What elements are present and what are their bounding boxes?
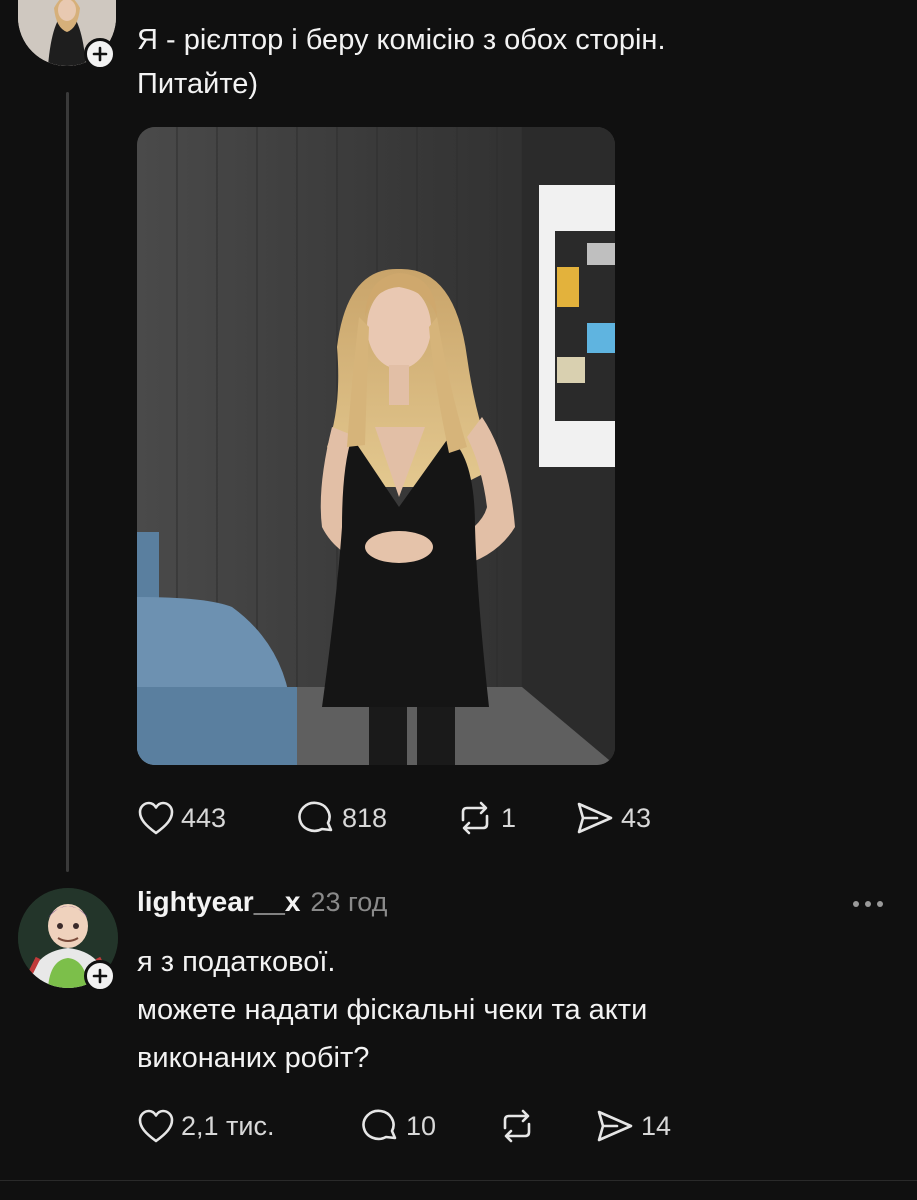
share-button[interactable]: 43 [575,800,651,836]
reply-text-line-2: можете надати фіскальні чеки та акти [137,994,648,1026]
heart-icon [138,801,174,835]
post-text-line-1: Я - рієлтор і беру комісію з обох сторін… [137,24,666,56]
repost-icon [461,801,489,835]
repost-icon [503,1109,531,1143]
share-icon [597,1110,633,1142]
reply-text-line-3: виконаних робіт? [137,1042,370,1074]
comment-icon [298,801,333,833]
reply-share-count: 14 [641,1110,672,1141]
plus-icon [92,968,108,984]
share-icon [577,802,613,834]
more-options-button[interactable] [848,890,888,918]
divider [0,1180,917,1181]
follow-reply-button[interactable] [84,960,116,992]
follow-button[interactable] [84,38,116,70]
like-button[interactable]: 443 [137,800,226,836]
repost-button[interactable]: 1 [455,800,516,836]
like-count: 443 [181,802,227,833]
repost-count: 1 [501,802,517,833]
reply-like-button[interactable]: 2,1 тис. [137,1108,275,1144]
comment-count: 818 [342,802,388,833]
reply-comment-count: 10 [406,1110,437,1141]
reply-text-line-1: я з податкової. [137,946,336,978]
reply-header: lightyear__x 23 год [137,886,387,918]
comment-icon [362,1109,397,1141]
comment-button[interactable]: 818 [298,800,387,836]
reply-like-count: 2,1 тис. [181,1110,275,1141]
reply-username[interactable]: lightyear__x [137,886,300,918]
reply-repost-button[interactable] [497,1108,537,1144]
reply-timestamp: 23 год [310,887,388,917]
thread-line [66,92,69,872]
plus-icon [92,46,108,62]
post-image[interactable] [137,127,615,765]
reply-share-button[interactable]: 14 [595,1108,671,1144]
more-icon [853,901,883,907]
reply-comment-button[interactable]: 10 [362,1108,436,1144]
post-text-line-2: Питайте) [137,68,259,100]
heart-icon [138,1109,174,1143]
share-count: 43 [621,802,652,833]
